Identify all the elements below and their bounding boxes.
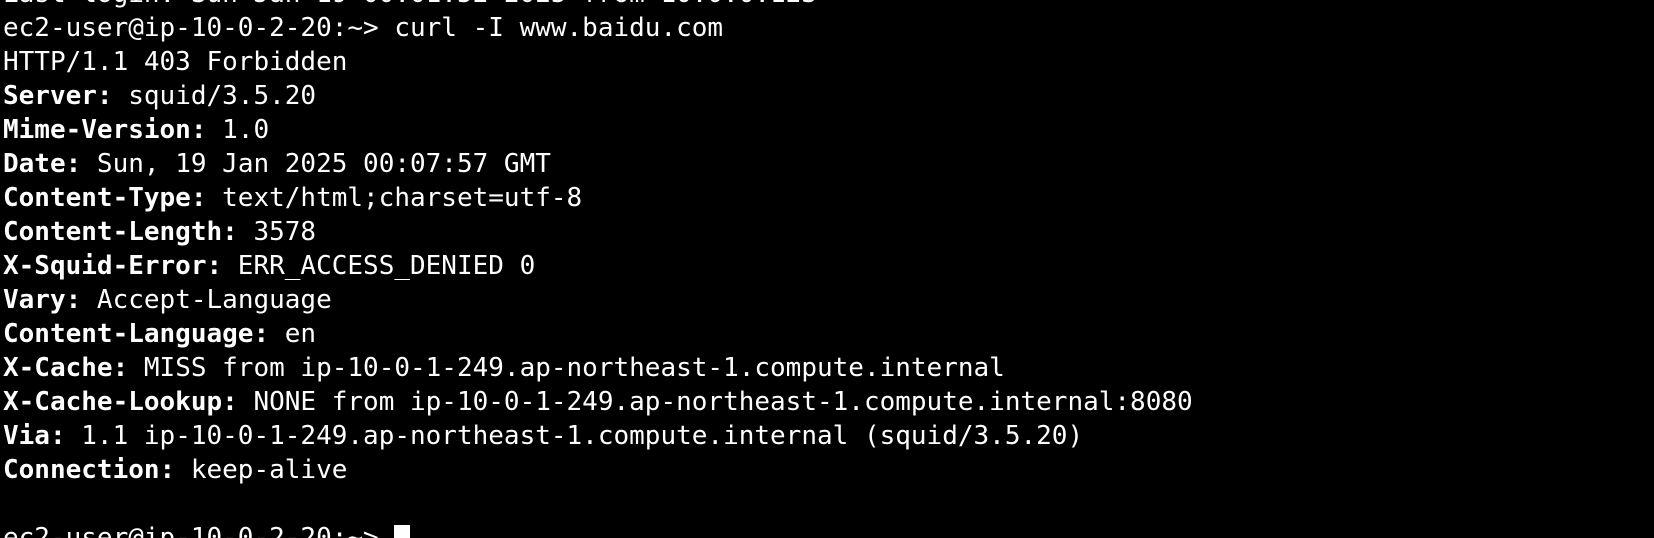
header-name: Content-Language: [3,319,270,349]
terminal-output: Last login: Sun Jan 19 00:01:52 2025 fro… [3,0,1193,538]
prompt: ec2-user@ip-10-0-2-20:~> [3,13,395,43]
header-value: ERR_ACCESS_DENIED 0 [222,251,536,281]
header-line: Server: squid/3.5.20 [3,79,1193,113]
header-name: Mime-Version: [3,115,207,145]
header-line: Content-Length: 3578 [3,215,1193,249]
header-line: Mime-Version: 1.0 [3,113,1193,147]
header-line: Vary: Accept-Language [3,283,1193,317]
header-line: Date: Sun, 19 Jan 2025 00:07:57 GMT [3,147,1193,181]
command-text: curl -I www.baidu.com [394,13,724,43]
header-line: Content-Type: text/html;charset=utf-8 [3,181,1193,215]
header-name: Content-Length: [3,217,238,247]
text-cursor [394,525,411,538]
header-value: Sun, 19 Jan 2025 00:07:57 GMT [81,149,551,179]
header-name: Connection: [3,455,176,485]
header-value: NONE from ip-10-0-1-249.ap-northeast-1.c… [237,387,1193,417]
header-name: X-Cache: [3,353,129,383]
header-line: X-Cache-Lookup: NONE from ip-10-0-1-249.… [3,385,1193,419]
final-prompt-line[interactable]: ec2-user@ip-10-0-2-20:~> [3,521,1193,538]
header-name: X-Squid-Error: [3,251,223,281]
header-value: text/html;charset=utf-8 [206,183,583,213]
header-name: Vary: [3,285,82,315]
prompt: ec2-user@ip-10-0-2-20:~> [3,523,395,538]
status-line: HTTP/1.1 403 Forbidden [3,47,348,77]
header-name: Via: [3,421,66,451]
header-name: Content-Type: [3,183,207,213]
header-value: 1.1 ip-10-0-1-249.ap-northeast-1.compute… [65,421,1084,451]
last-login-line: Last login: Sun Jan 19 00:01:52 2025 fro… [3,0,1193,11]
header-value: en [269,319,317,349]
header-line: X-Squid-Error: ERR_ACCESS_DENIED 0 [3,249,1193,283]
header-value: MISS from ip-10-0-1-249.ap-northeast-1.c… [128,353,1005,383]
header-name: X-Cache-Lookup: [3,387,238,417]
header-value: 1.0 [206,115,270,145]
header-line: X-Cache: MISS from ip-10-0-1-249.ap-nort… [3,351,1193,385]
command-line: ec2-user@ip-10-0-2-20:~> curl -I www.bai… [3,11,1193,45]
header-value: 3578 [237,217,317,247]
header-line: Content-Language: en [3,317,1193,351]
header-value: keep-alive [175,455,348,485]
header-value: Accept-Language [81,285,332,315]
header-name: Date: [3,149,82,179]
header-line: Connection: keep-alive [3,453,1193,487]
terminal-window[interactable]: Last login: Sun Jan 19 00:01:52 2025 fro… [0,0,1654,538]
header-value: squid/3.5.20 [112,81,317,111]
header-name: Server: [3,81,113,111]
header-line: Via: 1.1 ip-10-0-1-249.ap-northeast-1.co… [3,419,1193,453]
